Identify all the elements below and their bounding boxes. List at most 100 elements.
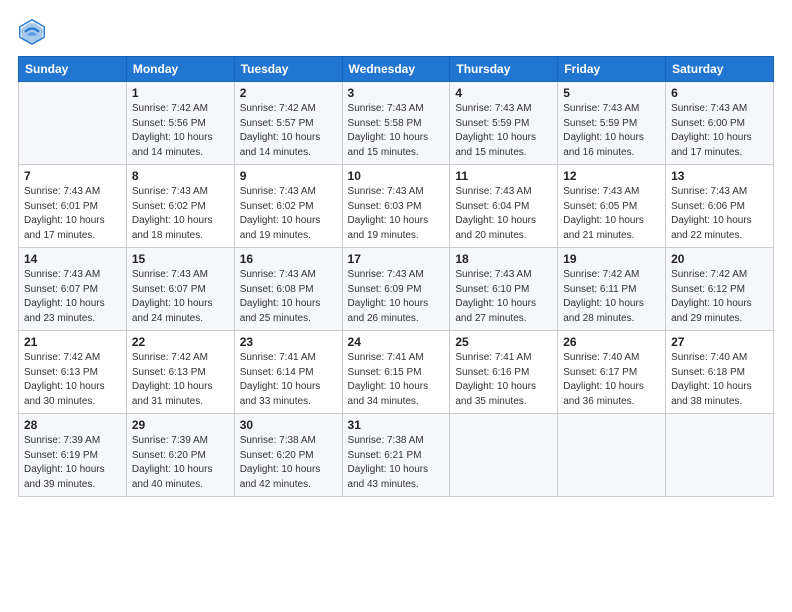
day-info: Sunrise: 7:42 AM Sunset: 5:56 PM Dayligh… — [132, 102, 229, 160]
day-info: Sunrise: 7:42 AM Sunset: 6:11 PM Dayligh… — [563, 268, 660, 326]
day-number: 4 — [455, 86, 552, 100]
day-info: Sunrise: 7:43 AM Sunset: 5:59 PM Dayligh… — [563, 102, 660, 160]
day-number: 25 — [455, 335, 552, 349]
weekday-header-row: SundayMondayTuesdayWednesdayThursdayFrid… — [19, 57, 774, 82]
day-info: Sunrise: 7:43 AM Sunset: 6:06 PM Dayligh… — [671, 185, 768, 243]
calendar-cell: 29Sunrise: 7:39 AM Sunset: 6:20 PM Dayli… — [126, 414, 234, 497]
weekday-header-friday: Friday — [558, 57, 666, 82]
calendar-cell: 13 Sunrise: 7:43 AM Sunset: 6:06 PM Dayli… — [666, 165, 774, 248]
day-info: Sunrise: 7:41 AM Sunset: 6:14 PM Dayligh… — [240, 351, 337, 409]
day-info: Sunrise: 7:40 AM Sunset: 6:17 PM Dayligh… — [563, 351, 660, 409]
calendar-cell: 16 Sunrise: 7:43 AM Sunset: 6:08 PM Dayli… — [234, 248, 342, 331]
day-number: 17 — [348, 252, 445, 266]
day-info: Sunrise: 7:39 AM Sunset: 6:20 PM Dayligh… — [132, 434, 229, 492]
calendar-cell: 27 Sunrise: 7:40 AM Sunset: 6:18 PM Dayli… — [666, 331, 774, 414]
day-info: Sunrise: 7:43 AM Sunset: 6:09 PM Dayligh… — [348, 268, 445, 326]
weekday-header-wednesday: Wednesday — [342, 57, 450, 82]
day-info: Sunrise: 7:39 AM Sunset: 6:19 PM Dayligh… — [24, 434, 121, 492]
day-number: 27 — [671, 335, 768, 349]
day-info: Sunrise: 7:43 AM Sunset: 6:07 PM Dayligh… — [132, 268, 229, 326]
calendar-cell — [19, 82, 127, 165]
day-number: 5 — [563, 86, 660, 100]
day-info: Sunrise: 7:43 AM Sunset: 6:10 PM Dayligh… — [455, 268, 552, 326]
day-number: 23 — [240, 335, 337, 349]
day-number: 28 — [24, 418, 121, 432]
day-number: 22 — [132, 335, 229, 349]
calendar-row-0: 1 Sunrise: 7:42 AM Sunset: 5:56 PM Daylig… — [19, 82, 774, 165]
day-number: 2 — [240, 86, 337, 100]
day-info: Sunrise: 7:43 AM Sunset: 5:59 PM Dayligh… — [455, 102, 552, 160]
day-info: Sunrise: 7:43 AM Sunset: 6:04 PM Dayligh… — [455, 185, 552, 243]
calendar-cell — [558, 414, 666, 497]
calendar-cell: 22 Sunrise: 7:42 AM Sunset: 6:13 PM Dayli… — [126, 331, 234, 414]
day-number: 10 — [348, 169, 445, 183]
day-info: Sunrise: 7:43 AM Sunset: 6:08 PM Dayligh… — [240, 268, 337, 326]
day-info: Sunrise: 7:43 AM Sunset: 6:07 PM Dayligh… — [24, 268, 121, 326]
calendar-row-2: 14Sunrise: 7:43 AM Sunset: 6:07 PM Dayli… — [19, 248, 774, 331]
calendar-cell: 30 Sunrise: 7:38 AM Sunset: 6:20 PM Dayli… — [234, 414, 342, 497]
day-info: Sunrise: 7:41 AM Sunset: 6:16 PM Dayligh… — [455, 351, 552, 409]
calendar-cell: 2 Sunrise: 7:42 AM Sunset: 5:57 PM Daylig… — [234, 82, 342, 165]
day-info: Sunrise: 7:43 AM Sunset: 6:03 PM Dayligh… — [348, 185, 445, 243]
day-info: Sunrise: 7:42 AM Sunset: 6:12 PM Dayligh… — [671, 268, 768, 326]
calendar-cell: 7 Sunrise: 7:43 AM Sunset: 6:01 PM Daylig… — [19, 165, 127, 248]
logo-icon — [18, 18, 46, 46]
day-number: 21 — [24, 335, 121, 349]
calendar-cell: 26 Sunrise: 7:40 AM Sunset: 6:17 PM Dayli… — [558, 331, 666, 414]
weekday-header-tuesday: Tuesday — [234, 57, 342, 82]
calendar-row-3: 21 Sunrise: 7:42 AM Sunset: 6:13 PM Dayli… — [19, 331, 774, 414]
day-number: 16 — [240, 252, 337, 266]
calendar-cell: 11 Sunrise: 7:43 AM Sunset: 6:04 PM Dayli… — [450, 165, 558, 248]
page: SundayMondayTuesdayWednesdayThursdayFrid… — [0, 0, 792, 612]
day-number: 18 — [455, 252, 552, 266]
day-number: 12 — [563, 169, 660, 183]
day-info: Sunrise: 7:43 AM Sunset: 6:02 PM Dayligh… — [240, 185, 337, 243]
calendar-cell: 28 Sunrise: 7:39 AM Sunset: 6:19 PM Dayli… — [19, 414, 127, 497]
weekday-header-thursday: Thursday — [450, 57, 558, 82]
day-number: 13 — [671, 169, 768, 183]
weekday-header-sunday: Sunday — [19, 57, 127, 82]
day-info: Sunrise: 7:42 AM Sunset: 5:57 PM Dayligh… — [240, 102, 337, 160]
day-number: 3 — [348, 86, 445, 100]
calendar-cell: 10 Sunrise: 7:43 AM Sunset: 6:03 PM Dayli… — [342, 165, 450, 248]
day-number: 1 — [132, 86, 229, 100]
calendar-cell: 18 Sunrise: 7:43 AM Sunset: 6:10 PM Dayli… — [450, 248, 558, 331]
day-number: 8 — [132, 169, 229, 183]
day-info: Sunrise: 7:43 AM Sunset: 6:01 PM Dayligh… — [24, 185, 121, 243]
calendar-cell: 1 Sunrise: 7:42 AM Sunset: 5:56 PM Daylig… — [126, 82, 234, 165]
day-info: Sunrise: 7:42 AM Sunset: 6:13 PM Dayligh… — [24, 351, 121, 409]
calendar-cell: 12 Sunrise: 7:43 AM Sunset: 6:05 PM Dayli… — [558, 165, 666, 248]
day-number: 9 — [240, 169, 337, 183]
calendar-cell: 14Sunrise: 7:43 AM Sunset: 6:07 PM Dayli… — [19, 248, 127, 331]
calendar-row-4: 28 Sunrise: 7:39 AM Sunset: 6:19 PM Dayli… — [19, 414, 774, 497]
calendar-cell: 23 Sunrise: 7:41 AM Sunset: 6:14 PM Dayli… — [234, 331, 342, 414]
day-number: 30 — [240, 418, 337, 432]
calendar-cell: 5 Sunrise: 7:43 AM Sunset: 5:59 PM Daylig… — [558, 82, 666, 165]
calendar-cell: 3 Sunrise: 7:43 AM Sunset: 5:58 PM Daylig… — [342, 82, 450, 165]
day-info: Sunrise: 7:43 AM Sunset: 6:02 PM Dayligh… — [132, 185, 229, 243]
calendar-cell: 9 Sunrise: 7:43 AM Sunset: 6:02 PM Daylig… — [234, 165, 342, 248]
calendar-cell: 21 Sunrise: 7:42 AM Sunset: 6:13 PM Dayli… — [19, 331, 127, 414]
day-info: Sunrise: 7:42 AM Sunset: 6:13 PM Dayligh… — [132, 351, 229, 409]
day-info: Sunrise: 7:40 AM Sunset: 6:18 PM Dayligh… — [671, 351, 768, 409]
weekday-header-saturday: Saturday — [666, 57, 774, 82]
calendar-cell: 19Sunrise: 7:42 AM Sunset: 6:11 PM Dayli… — [558, 248, 666, 331]
day-info: Sunrise: 7:43 AM Sunset: 6:05 PM Dayligh… — [563, 185, 660, 243]
calendar-cell: 31Sunrise: 7:38 AM Sunset: 6:21 PM Dayli… — [342, 414, 450, 497]
day-number: 26 — [563, 335, 660, 349]
calendar-cell — [450, 414, 558, 497]
calendar-cell: 20Sunrise: 7:42 AM Sunset: 6:12 PM Dayli… — [666, 248, 774, 331]
day-number: 11 — [455, 169, 552, 183]
calendar-row-1: 7 Sunrise: 7:43 AM Sunset: 6:01 PM Daylig… — [19, 165, 774, 248]
calendar-cell: 8 Sunrise: 7:43 AM Sunset: 6:02 PM Daylig… — [126, 165, 234, 248]
calendar-cell: 4 Sunrise: 7:43 AM Sunset: 5:59 PM Daylig… — [450, 82, 558, 165]
day-info: Sunrise: 7:43 AM Sunset: 6:00 PM Dayligh… — [671, 102, 768, 160]
calendar-cell: 25 Sunrise: 7:41 AM Sunset: 6:16 PM Dayli… — [450, 331, 558, 414]
header — [18, 18, 774, 46]
calendar-header: SundayMondayTuesdayWednesdayThursdayFrid… — [19, 57, 774, 82]
day-info: Sunrise: 7:38 AM Sunset: 6:20 PM Dayligh… — [240, 434, 337, 492]
day-info: Sunrise: 7:43 AM Sunset: 5:58 PM Dayligh… — [348, 102, 445, 160]
day-number: 7 — [24, 169, 121, 183]
calendar-table: SundayMondayTuesdayWednesdayThursdayFrid… — [18, 56, 774, 497]
day-info: Sunrise: 7:38 AM Sunset: 6:21 PM Dayligh… — [348, 434, 445, 492]
